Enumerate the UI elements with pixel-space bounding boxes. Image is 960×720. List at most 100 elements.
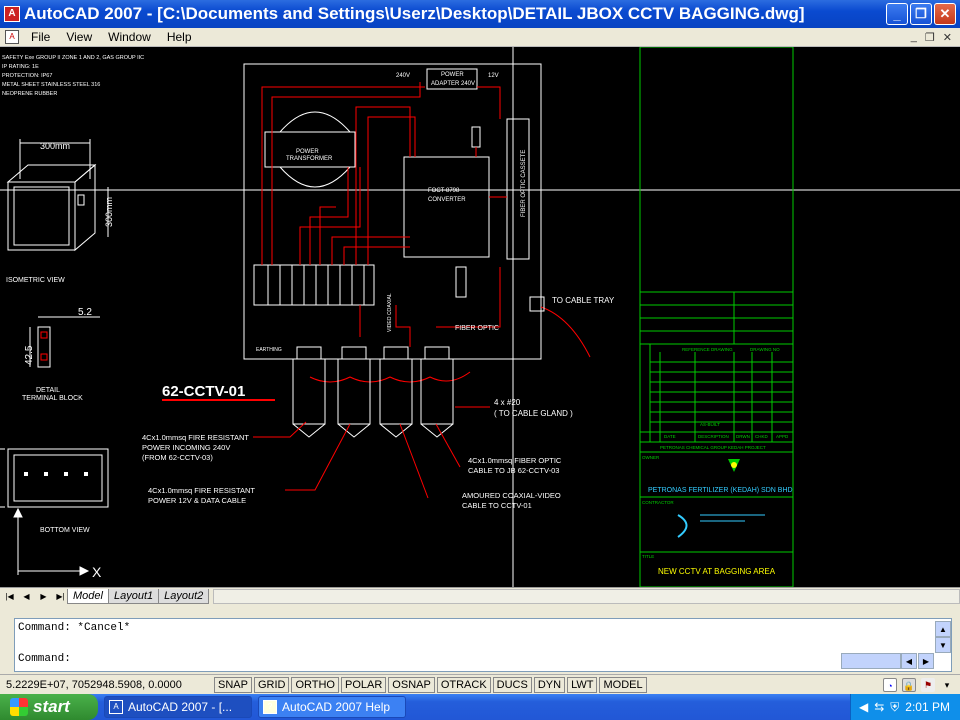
system-tray: ◀ ⇆ ⛨ 2:01 PM <box>849 694 960 720</box>
doc-minimize-icon[interactable]: _ <box>911 31 917 44</box>
command-box[interactable]: Command: *Cancel* Command: ▲ ▼ ◀ ▶ <box>14 618 952 672</box>
cable-entry-right <box>529 296 545 312</box>
model-toggle[interactable]: MODEL <box>599 676 647 693</box>
menu-help[interactable]: Help <box>159 30 200 44</box>
terminal-label-1: DETAIL <box>36 387 60 394</box>
drawing-svg: SAFETY Exe GROUP II ZONE 1 AND 2, GAS GR… <box>0 47 960 587</box>
otrack-toggle[interactable]: OTRACK <box>436 676 491 693</box>
task-autocad-label: AutoCAD 2007 - [... <box>128 700 233 714</box>
iso-dim-side: 300mm <box>104 197 114 227</box>
lwt-toggle[interactable]: LWT <box>567 676 598 693</box>
isometric-view <box>6 139 109 252</box>
cable-b-line-1: 4Cx1.0mmsq FIRE RESISTANT <box>148 486 255 495</box>
tb-owner: PETRONAS CHEMICAL GROUP KEDAH PROJECT <box>660 445 766 450</box>
cable-annotations: 4Cx1.0mmsq FIRE RESISTANT POWER INCOMING… <box>142 433 562 510</box>
osnap-toggle[interactable]: OSNAP <box>388 676 435 693</box>
menu-window[interactable]: Window <box>100 30 159 44</box>
doc-close-icon[interactable]: ✕ <box>943 31 952 44</box>
network-icon[interactable]: ⇆ <box>874 700 884 714</box>
tb-owner-label: OWNER <box>642 455 660 460</box>
command-hscroll[interactable] <box>841 653 901 669</box>
tb-chkd: CHKD <box>755 434 769 439</box>
converter-connector <box>471 126 481 148</box>
v12-label: 12V <box>488 73 499 79</box>
leader-lines <box>253 406 490 499</box>
task-autocad-help[interactable]: ? AutoCAD 2007 Help <box>258 696 406 718</box>
restore-button[interactable]: ❐ <box>910 3 932 25</box>
terminal-block-detail <box>29 316 100 368</box>
command-prompt[interactable]: Command: <box>18 653 71 665</box>
first-tab-icon[interactable]: |◀ <box>2 590 17 603</box>
cable-glands <box>292 346 454 438</box>
converter-label-2: CONVERTER <box>428 197 466 203</box>
next-tab-icon[interactable]: ▶ <box>36 590 51 603</box>
bottom-label: BOTTOM VIEW <box>40 527 90 534</box>
fiber-optic-label: FIBER OPTIC <box>455 325 499 332</box>
power-adapter-label-2: ADAPTER 240V <box>431 81 475 87</box>
notes-block: SAFETY Exe GROUP II ZONE 1 AND 2, GAS GR… <box>2 55 144 97</box>
task-autocad[interactable]: A AutoCAD 2007 - [... <box>104 696 252 718</box>
cable-a-line-1: 4Cx1.0mmsq FIRE RESISTANT <box>142 433 249 442</box>
grid-toggle[interactable]: GRID <box>253 676 290 693</box>
cable-c-line-2: CABLE TO JB 62-CCTV-03 <box>468 466 559 475</box>
scroll-down-icon[interactable]: ▼ <box>935 637 951 653</box>
menu-file[interactable]: File <box>23 30 58 44</box>
bottom-view <box>0 448 109 576</box>
tb-title-label: TITLE <box>642 554 654 559</box>
terminal-label-2: TERMINAL BLOCK <box>22 395 83 402</box>
power-adapter-label-1: POWER <box>441 72 464 78</box>
status-bar: 5.2229E+07, 7052948.5908, 0.0000 SNAP GR… <box>0 674 960 694</box>
iso-dim-top: 300mm <box>40 141 70 151</box>
windows-flag-icon <box>10 698 28 716</box>
cleanscreen-icon[interactable]: ⚑ <box>921 677 935 692</box>
cable-d-line-1: AMOURED COAXIAL-VIDEO <box>462 491 561 500</box>
tray-back-icon[interactable]: ◀ <box>859 700 868 714</box>
tb-asbuilt: AS-BUILT <box>700 422 720 427</box>
gland-label-2: ( TO CABLE GLAND ) <box>494 409 573 418</box>
transformer-label-1: POWER <box>296 149 319 155</box>
minimize-button[interactable]: _ <box>886 3 908 25</box>
tb-drawing-no: DRAWING NO <box>750 347 780 352</box>
document-icon[interactable]: A <box>5 30 19 44</box>
scroll-right-icon[interactable]: ▶ <box>918 653 934 669</box>
fiber-cassete-label: FIBER OPTIC CASSETE <box>521 150 527 217</box>
ducs-toggle[interactable]: DUCS <box>492 676 532 693</box>
start-button[interactable]: start <box>0 694 98 720</box>
polar-toggle[interactable]: POLAR <box>341 676 387 693</box>
doc-restore-icon[interactable]: ❐ <box>925 31 935 44</box>
last-tab-icon[interactable]: ▶| <box>53 590 68 603</box>
tb-title: NEW CCTV AT BAGGING AREA <box>658 567 776 576</box>
tab-model[interactable]: Model <box>67 588 109 604</box>
shield-icon[interactable]: ⛨ <box>890 700 899 715</box>
scroll-left-icon[interactable]: ◀ <box>901 653 917 669</box>
horizontal-scrollbar[interactable] <box>213 588 960 604</box>
lock-icon[interactable]: 🔒 <box>902 677 916 692</box>
ortho-toggle[interactable]: ORTHO <box>291 676 339 693</box>
close-button[interactable]: ✕ <box>934 3 956 25</box>
menu-view[interactable]: View <box>58 30 100 44</box>
note-line: METAL SHEET STAINLESS STEEL 316 <box>2 82 100 88</box>
drawing-canvas[interactable]: SAFETY Exe GROUP II ZONE 1 AND 2, GAS GR… <box>0 47 960 587</box>
gland-label-1: 4 x #20 <box>494 398 521 407</box>
tab-layout2[interactable]: Layout2 <box>158 588 210 604</box>
tb-company: PETRONAS FERTILIZER (KEDAH) SDN BHD <box>648 487 793 494</box>
command-history: Command: *Cancel* <box>18 622 131 634</box>
converter-label-1: FOCT-8798 <box>428 188 460 194</box>
tb-appd: APPD <box>776 434 789 439</box>
axis-x-label: X <box>92 564 102 580</box>
contractor-logo <box>677 514 765 538</box>
comm-center-icon[interactable]: ◔ <box>883 677 897 692</box>
taskbar: start A AutoCAD 2007 - [... ? AutoCAD 20… <box>0 694 960 720</box>
status-tray: ◔ 🔒 ⚑ ▾ <box>883 677 960 692</box>
menu-arrow-icon[interactable]: ▾ <box>940 678 954 692</box>
tab-layout1[interactable]: Layout1 <box>107 588 160 604</box>
autocad-app-icon[interactable]: A <box>4 6 20 22</box>
bottom-view-squares <box>24 472 88 476</box>
scroll-up-icon[interactable]: ▲ <box>935 621 951 637</box>
video-coaxial-label: VIDEO COAXIAL <box>387 293 393 332</box>
prev-tab-icon[interactable]: ◀ <box>19 590 34 603</box>
cable-b-line-2: POWER 12V & DATA CABLE <box>148 496 246 505</box>
title-block-text: REFERENCE DRAWING DRAWING NO AS-BUILT DA… <box>642 347 789 559</box>
dyn-toggle[interactable]: DYN <box>533 676 566 693</box>
snap-toggle[interactable]: SNAP <box>214 676 252 693</box>
